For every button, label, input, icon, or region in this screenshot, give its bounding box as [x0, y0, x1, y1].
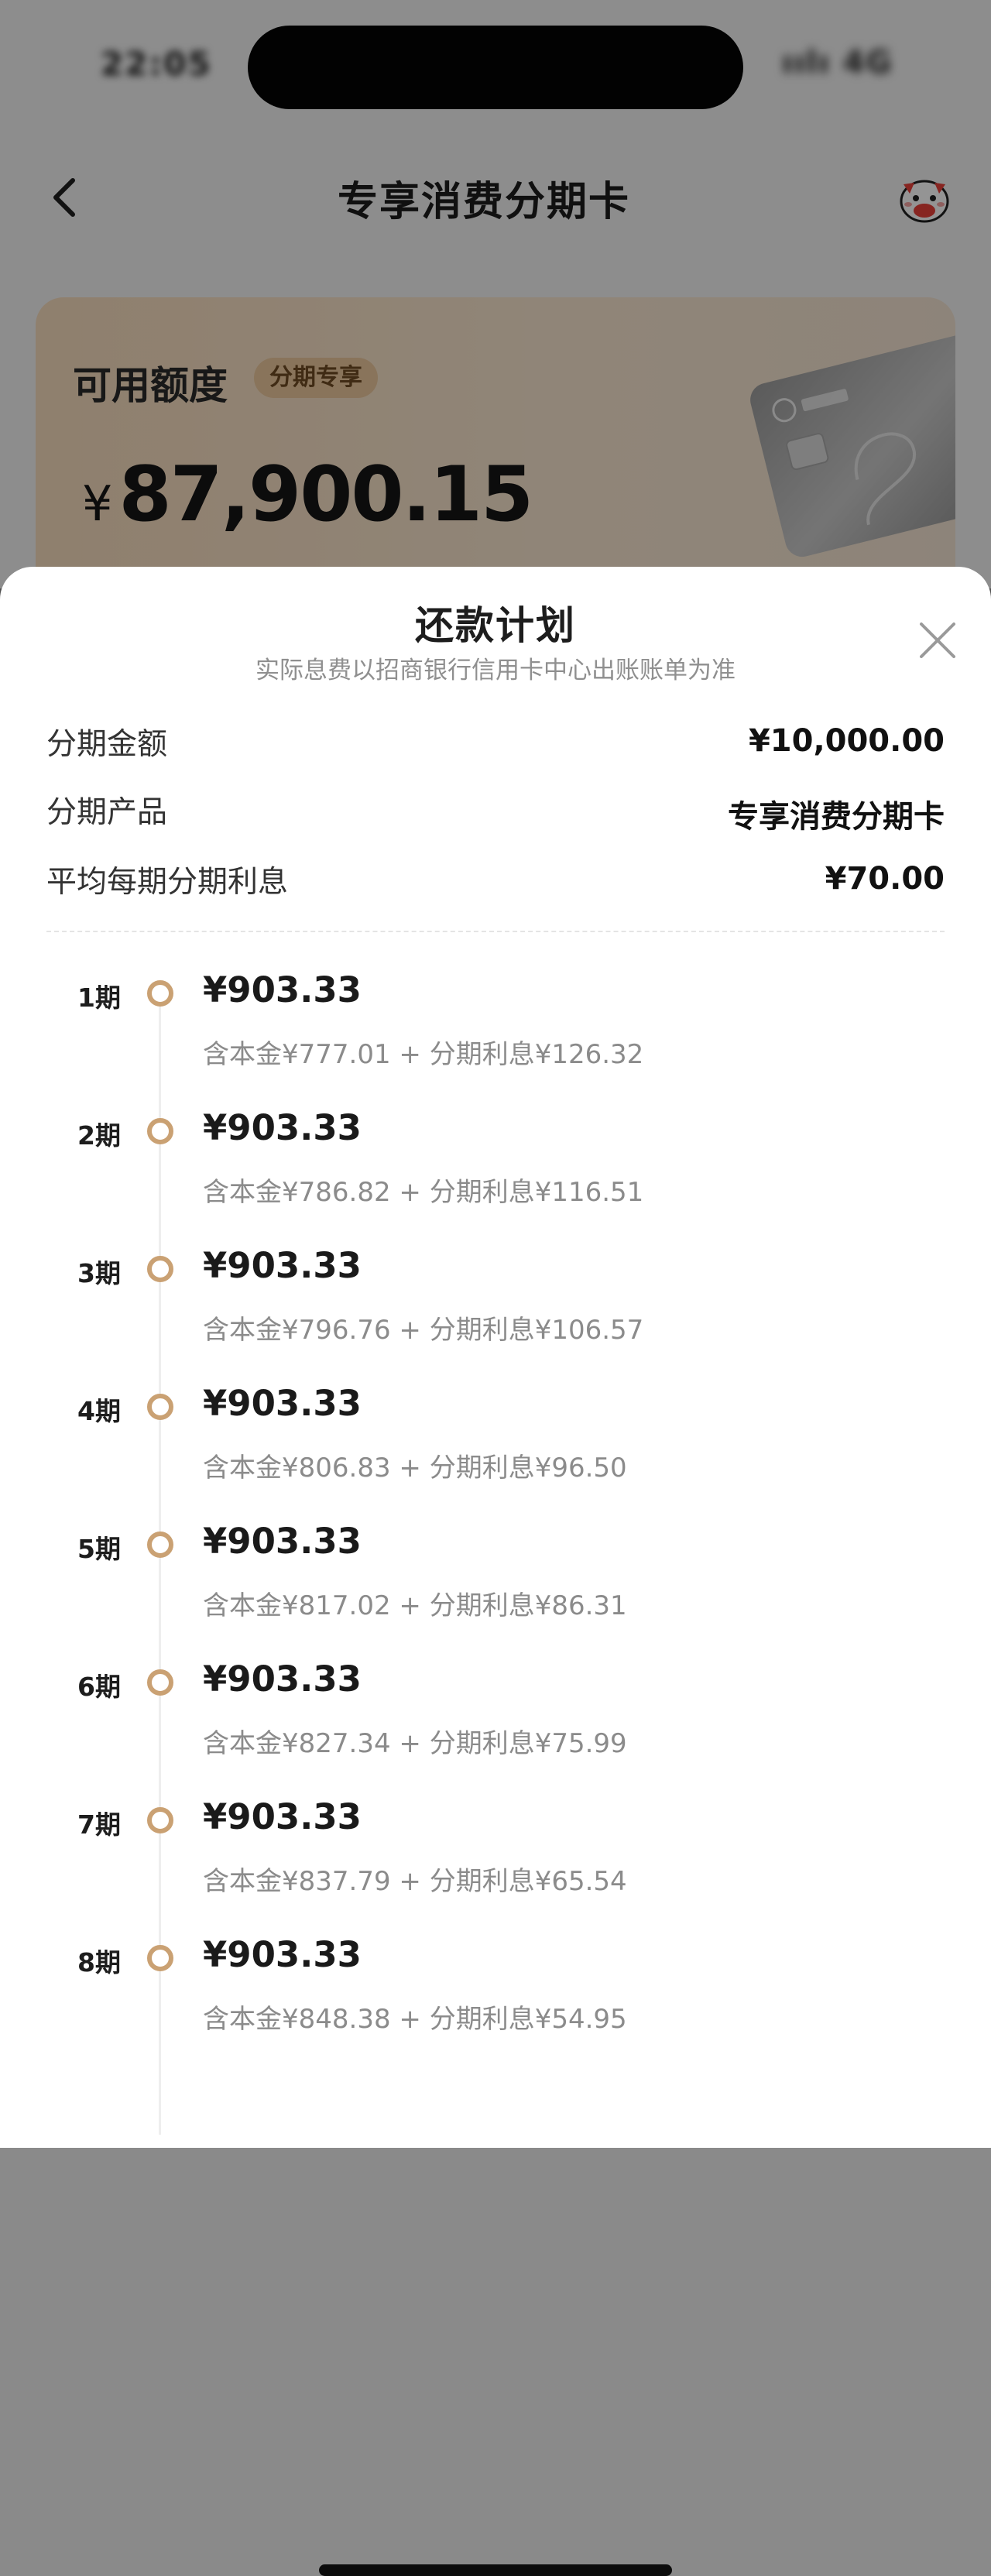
- summary-label: 分期金额: [46, 727, 168, 762]
- summary-row-product: 分期产品 专享消费分期卡: [46, 788, 945, 835]
- period-label: 3期: [77, 1258, 121, 1288]
- period-detail: 含本金¥817.02 + 分期利息¥86.31: [203, 1590, 627, 1621]
- period-label: 7期: [77, 1809, 121, 1840]
- sheet-subtitle: 实际息费以招商银行信用卡中心出账账单为准: [255, 657, 736, 684]
- timeline-dot: [147, 980, 173, 1007]
- period-amount: ¥903.33: [203, 1934, 362, 1975]
- divider: [46, 931, 945, 932]
- period-label: 6期: [77, 1672, 121, 1702]
- period-label: 1期: [77, 983, 121, 1013]
- summary-row-avg-interest: 平均每期分期利息 ¥70.00: [46, 858, 945, 904]
- sheet-title: 还款计划: [415, 603, 576, 648]
- timeline-dot: [147, 1945, 173, 1971]
- period-detail: 含本金¥806.83 + 分期利息¥96.50: [203, 1453, 627, 1484]
- period-detail: 含本金¥777.01 + 分期利息¥126.32: [203, 1039, 644, 1070]
- plan-item: 5期 ¥903.33 含本金¥817.02 + 分期利息¥86.31: [0, 1513, 991, 1651]
- timeline-dot: [147, 1807, 173, 1833]
- period-amount: ¥903.33: [203, 1383, 362, 1424]
- summary-value: ¥70.00: [825, 861, 945, 897]
- repayment-plan-sheet: 还款计划 实际息费以招商银行信用卡中心出账账单为准 分期金额 ¥10,000.0…: [0, 567, 991, 2576]
- period-detail: 含本金¥786.82 + 分期利息¥116.51: [203, 1177, 644, 1208]
- summary-label: 平均每期分期利息: [46, 865, 289, 900]
- timeline-dot: [147, 1256, 173, 1282]
- summary-label: 分期产品: [46, 795, 168, 830]
- timeline-dot: [147, 1118, 173, 1144]
- period-detail: 含本金¥796.76 + 分期利息¥106.57: [203, 1315, 644, 1346]
- period-amount: ¥903.33: [203, 1658, 362, 1700]
- summary-value: ¥10,000.00: [748, 723, 945, 759]
- period-detail: 含本金¥848.38 + 分期利息¥54.95: [203, 2004, 627, 2035]
- plan-item: 1期 ¥903.33 含本金¥777.01 + 分期利息¥126.32: [0, 962, 991, 1099]
- home-indicator[interactable]: [319, 2564, 672, 2576]
- period-detail: 含本金¥837.79 + 分期利息¥65.54: [203, 1866, 627, 1897]
- period-amount: ¥903.33: [203, 1245, 362, 1286]
- plan-item: 8期 ¥903.33 含本金¥848.38 + 分期利息¥54.95: [0, 1926, 991, 2064]
- period-label: 5期: [77, 1534, 121, 1564]
- period-detail: 含本金¥827.34 + 分期利息¥75.99: [203, 1728, 627, 1759]
- period-label: 2期: [77, 1120, 121, 1151]
- plan-item: 7期 ¥903.33 含本金¥837.79 + 分期利息¥65.54: [0, 1789, 991, 1926]
- plan-item: 3期 ¥903.33 含本金¥796.76 + 分期利息¥106.57: [0, 1237, 991, 1375]
- timeline-dot: [147, 1669, 173, 1696]
- period-amount: ¥903.33: [203, 1796, 362, 1837]
- timeline-dot: [147, 1532, 173, 1558]
- summary-value: 专享消费分期卡: [728, 799, 945, 835]
- plan-item: 4期 ¥903.33 含本金¥806.83 + 分期利息¥96.50: [0, 1375, 991, 1513]
- close-icon: [920, 623, 955, 658]
- period-amount: ¥903.33: [203, 1107, 362, 1148]
- plan-item: 2期 ¥903.33 含本金¥786.82 + 分期利息¥116.51: [0, 1099, 991, 1237]
- timeline-dot: [147, 1394, 173, 1420]
- summary-row-amount: 分期金额 ¥10,000.00: [46, 720, 945, 767]
- period-amount: ¥903.33: [203, 969, 362, 1010]
- plan-item: 6期 ¥903.33 含本金¥827.34 + 分期利息¥75.99: [0, 1651, 991, 1789]
- close-button[interactable]: [915, 618, 960, 663]
- period-label: 8期: [77, 1947, 121, 1977]
- period-label: 4期: [77, 1396, 121, 1426]
- period-amount: ¥903.33: [203, 1521, 362, 1562]
